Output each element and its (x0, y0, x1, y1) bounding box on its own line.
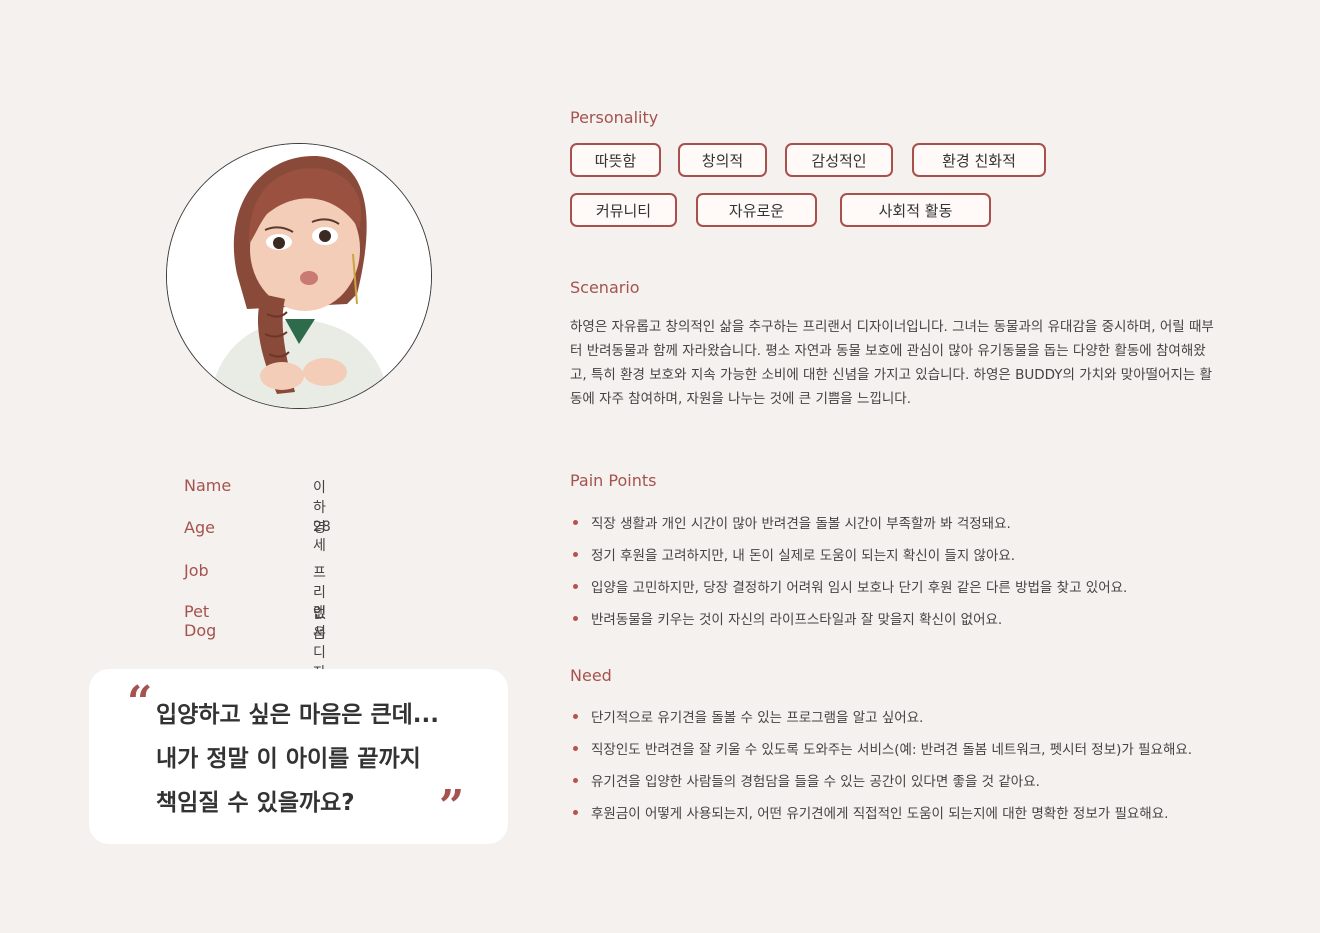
list-item: 직장 생활과 개인 시간이 많아 반려견을 돌볼 시간이 부족할까 봐 걱정돼요… (573, 512, 1127, 544)
info-value: 28세 (313, 519, 331, 554)
personality-tag: 감성적인 (785, 143, 893, 177)
bullet-icon (573, 552, 578, 557)
personality-tag: 사회적 활동 (840, 193, 991, 227)
need-list: 단기적으로 유기견을 돌볼 수 있는 프로그램을 알고 싶어요. 직장인도 반려… (573, 706, 1192, 834)
personality-tag: 따뜻함 (570, 143, 661, 177)
list-item: 후원금이 어떻게 사용되는지, 어떤 유기견에게 직접적인 도움이 되는지에 대… (573, 802, 1192, 834)
quote-card: “ 입양하고 싶은 마음은 큰데... 내가 정말 이 아이를 끝까지 책임질 … (89, 669, 508, 844)
quote-line: 책임질 수 있을까요? (156, 790, 355, 816)
pain-points-list: 직장 생활과 개인 시간이 많아 반려견을 돌볼 시간이 부족할까 봐 걱정돼요… (573, 512, 1127, 640)
persona-avatar (166, 143, 432, 409)
info-label: Job (184, 561, 209, 580)
info-value: 없음 (313, 606, 326, 642)
info-label: Age (184, 518, 215, 537)
personality-tag: 커뮤니티 (570, 193, 677, 227)
scenario-title: Scenario (570, 278, 640, 297)
bullet-icon (573, 584, 578, 589)
personality-tag: 환경 친화적 (912, 143, 1046, 177)
open-quote-icon: “ (127, 677, 153, 728)
bullet-icon (573, 714, 578, 719)
list-item: 반려동물을 키우는 것이 자신의 라이프스타일과 잘 맞을지 확신이 없어요. (573, 608, 1127, 640)
personality-tag: 자유로운 (696, 193, 817, 227)
bullet-icon (573, 778, 578, 783)
pain-points-title: Pain Points (570, 471, 657, 490)
personality-tag: 창의적 (678, 143, 767, 177)
need-title: Need (570, 666, 612, 685)
list-item: 직장인도 반려견을 잘 키울 수 있도록 도와주는 서비스(예: 반려견 돌봄 … (573, 738, 1192, 770)
quote-text: 입양하고 싶은 마음은 큰데... 내가 정말 이 아이를 끝까지 책임질 수 … (156, 693, 486, 825)
scenario-text: 하영은 자유롭고 창의적인 삶을 추구하는 프리랜서 디자이너입니다. 그녀는 … (570, 319, 1214, 407)
info-label: Pet Dog (184, 602, 217, 640)
personality-title: Personality (570, 108, 659, 127)
list-item: 유기견을 입양한 사람들의 경험담을 들을 수 있는 공간이 있다면 좋을 것 … (573, 770, 1192, 802)
list-item: 정기 후원을 고려하지만, 내 돈이 실제로 도움이 되는지 확신이 들지 않아… (573, 544, 1127, 576)
close-quote-icon: ” (439, 781, 465, 832)
list-item: 입양을 고민하지만, 당장 결정하기 어려워 임시 보호나 단기 후원 같은 다… (573, 576, 1127, 608)
avatar-illustration (167, 144, 431, 408)
info-label: Name (184, 476, 232, 495)
bullet-icon (573, 616, 578, 621)
bullet-icon (573, 746, 578, 751)
quote-line: 내가 정말 이 아이를 끝까지 (156, 746, 421, 772)
bullet-icon (573, 810, 578, 815)
list-item: 단기적으로 유기견을 돌볼 수 있는 프로그램을 알고 싶어요. (573, 706, 1192, 738)
quote-line: 입양하고 싶은 마음은 큰데... (156, 702, 439, 728)
bullet-icon (573, 520, 578, 525)
